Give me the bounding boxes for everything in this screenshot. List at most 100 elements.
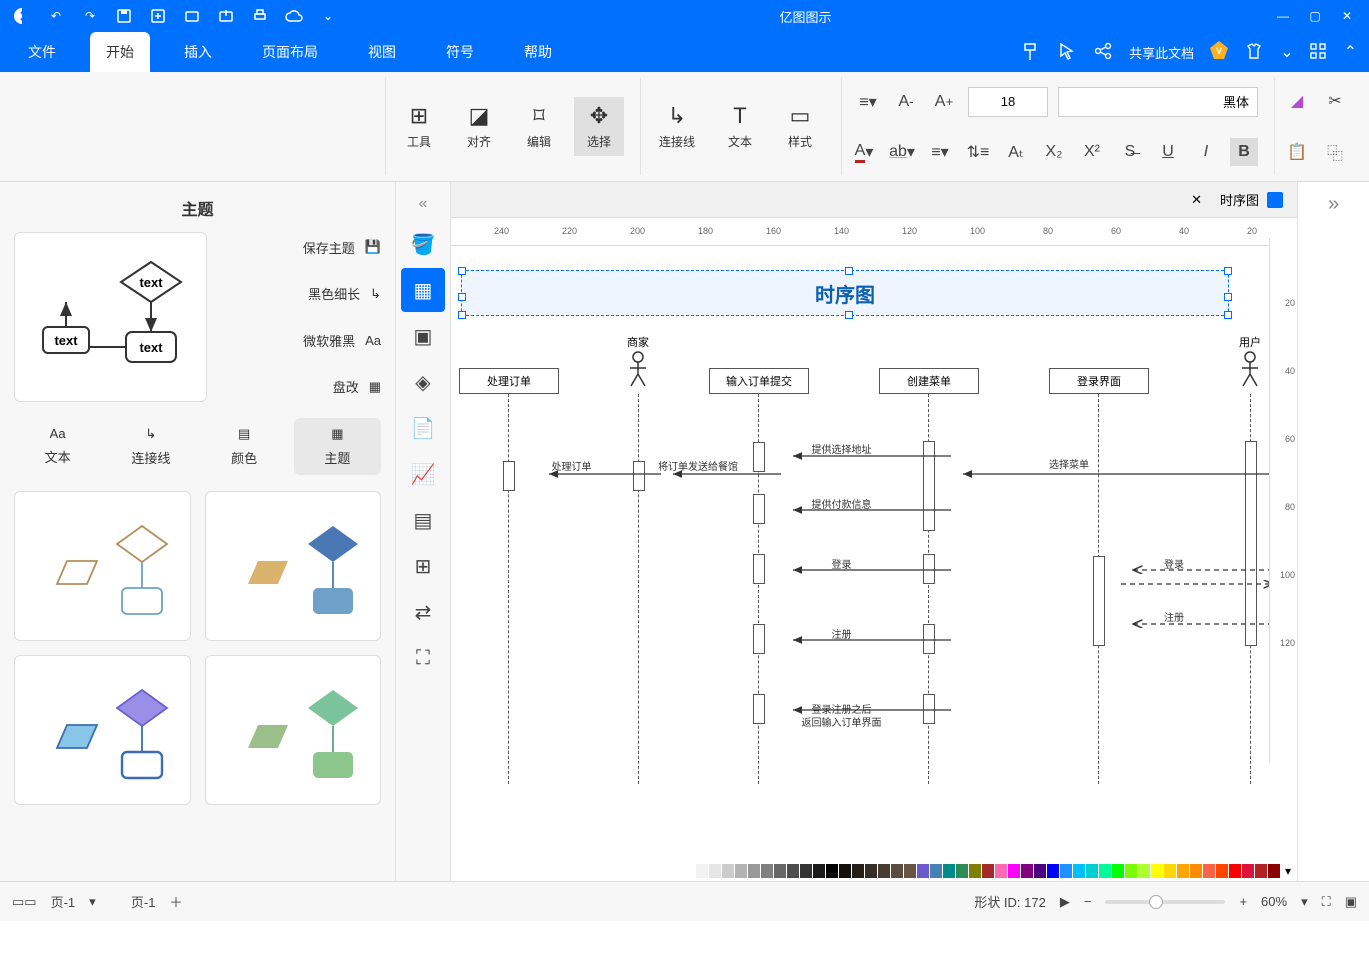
color-swatch[interactable]	[787, 864, 799, 878]
color-swatch[interactable]	[1034, 864, 1046, 878]
zoom-value[interactable]: 60%	[1261, 894, 1287, 909]
new-icon[interactable]	[144, 2, 172, 30]
font-name-input[interactable]	[1058, 87, 1258, 117]
paste-icon[interactable]: 📋	[1283, 138, 1311, 166]
theme-tab-theme[interactable]: ▦主题	[294, 418, 381, 475]
color-swatch[interactable]	[982, 864, 994, 878]
color-swatch[interactable]	[995, 864, 1007, 878]
apps-icon[interactable]	[1308, 41, 1330, 63]
color-swatch[interactable]	[1086, 864, 1098, 878]
zoom-in-icon[interactable]: +	[1239, 894, 1247, 909]
transform-icon[interactable]: ⇄	[401, 590, 445, 634]
text-button[interactable]: T文本	[715, 97, 765, 156]
share-icon[interactable]	[1093, 41, 1115, 63]
underline-icon[interactable]: U	[1154, 138, 1182, 166]
color-swatch[interactable]	[1099, 864, 1111, 878]
present-icon[interactable]: ▶	[1060, 894, 1070, 910]
note-icon[interactable]: 📄	[401, 406, 445, 450]
close-tab-icon[interactable]: ✕	[1191, 192, 1202, 208]
color-swatch[interactable]	[878, 864, 890, 878]
zoom-out-icon[interactable]: −	[1084, 894, 1092, 909]
strike-icon[interactable]: S̶	[1116, 138, 1144, 166]
color-swatch[interactable]	[839, 864, 851, 878]
activation-bar[interactable]	[923, 694, 935, 724]
edit-button[interactable]: ⌑编辑	[514, 97, 564, 156]
export-icon[interactable]	[212, 2, 240, 30]
font-size-input[interactable]	[968, 87, 1048, 117]
color-swatch[interactable]	[904, 864, 916, 878]
connector-button[interactable]: ↳连接线	[649, 97, 705, 156]
color-swatch[interactable]	[774, 864, 786, 878]
theme-tab-text[interactable]: Aa文本	[14, 418, 101, 475]
color-swatch[interactable]	[1203, 864, 1215, 878]
fill-icon[interactable]: ◢	[1283, 87, 1311, 115]
color-swatch[interactable]	[1008, 864, 1020, 878]
color-swatch[interactable]	[943, 864, 955, 878]
color-swatch[interactable]	[709, 864, 721, 878]
color-swatch[interactable]	[1216, 864, 1228, 878]
color-swatch[interactable]	[969, 864, 981, 878]
activation-bar[interactable]	[923, 624, 935, 654]
table-icon[interactable]: ▤	[401, 498, 445, 542]
lane-process[interactable]: 处理订单	[459, 368, 559, 394]
page-name-left[interactable]: 页-1	[131, 892, 156, 911]
undo-icon[interactable]: ↶	[42, 2, 70, 30]
menu-help[interactable]: 帮助	[508, 32, 568, 72]
palette-more-icon[interactable]: ▾	[1285, 864, 1291, 878]
component-icon[interactable]: ⊞	[401, 544, 445, 588]
subscript-icon[interactable]: X₂	[1040, 138, 1068, 166]
tshirt-icon[interactable]	[1244, 41, 1266, 63]
minimize-button[interactable]: —	[1269, 2, 1297, 30]
color-swatch[interactable]	[1164, 864, 1176, 878]
font-option[interactable]: 微软雅黑Aa	[221, 331, 381, 350]
color-swatch[interactable]	[1112, 864, 1124, 878]
open-icon[interactable]	[178, 2, 206, 30]
save-theme-button[interactable]: 保存主题💾	[221, 238, 381, 257]
vip-badge[interactable]: V	[1208, 39, 1230, 66]
highlight-icon[interactable]: ab▾	[888, 138, 916, 166]
layers-icon[interactable]: ◈	[401, 360, 445, 404]
bold-icon[interactable]: B	[1230, 138, 1258, 166]
activation-bar[interactable]	[923, 441, 935, 531]
color-swatch[interactable]	[748, 864, 760, 878]
document-tab[interactable]: 时序图 ✕	[451, 182, 1297, 218]
format-painter-icon[interactable]	[1021, 41, 1043, 63]
copy-icon[interactable]: ⿻	[1321, 138, 1349, 166]
activation-bar[interactable]	[1245, 441, 1257, 646]
color-swatch[interactable]	[1138, 864, 1150, 878]
increase-font-icon[interactable]: A+	[930, 88, 958, 116]
color-swatch[interactable]	[1177, 864, 1189, 878]
actor-user[interactable]: 用户	[1237, 334, 1263, 393]
color-swatch[interactable]	[1268, 864, 1280, 878]
diagram-title[interactable]: 时序图	[461, 270, 1229, 316]
color-swatch[interactable]	[930, 864, 942, 878]
zoom-slider[interactable]	[1105, 900, 1225, 904]
color-swatch[interactable]	[1190, 864, 1202, 878]
bold-option[interactable]: 盘改▦	[221, 377, 381, 396]
color-swatch[interactable]	[826, 864, 838, 878]
bullet-icon[interactable]: ≡▾	[926, 138, 954, 166]
cloud-icon[interactable]	[280, 2, 308, 30]
activation-bar[interactable]	[923, 554, 935, 584]
dropdown-icon[interactable]: ⌄	[1280, 42, 1293, 62]
theme-card[interactable]	[14, 655, 191, 805]
color-swatch[interactable]	[722, 864, 734, 878]
menu-insert[interactable]: 插入	[168, 32, 228, 72]
color-swatch[interactable]	[1073, 864, 1085, 878]
select-button[interactable]: ✥选择	[574, 97, 624, 156]
lane-login[interactable]: 登录界面	[1049, 368, 1149, 394]
color-swatch[interactable]	[800, 864, 812, 878]
save-icon[interactable]	[110, 2, 138, 30]
case-icon[interactable]: Aₜ	[1002, 138, 1030, 166]
maximize-button[interactable]: ▢	[1301, 2, 1329, 30]
theme-tab-connector[interactable]: ↳连接线	[107, 418, 194, 475]
fit-page-icon[interactable]: ▣	[1345, 894, 1357, 910]
align-h-icon[interactable]: ≡▾	[854, 88, 882, 116]
theme-tab-color[interactable]: ▤颜色	[201, 418, 288, 475]
color-swatch[interactable]	[865, 864, 877, 878]
fullscreen-icon[interactable]: ⛶	[401, 636, 445, 680]
decrease-font-icon[interactable]: A-	[892, 88, 920, 116]
color-swatch[interactable]	[1255, 864, 1267, 878]
image-icon[interactable]: ▣	[401, 314, 445, 358]
theme-card[interactable]	[205, 491, 382, 641]
